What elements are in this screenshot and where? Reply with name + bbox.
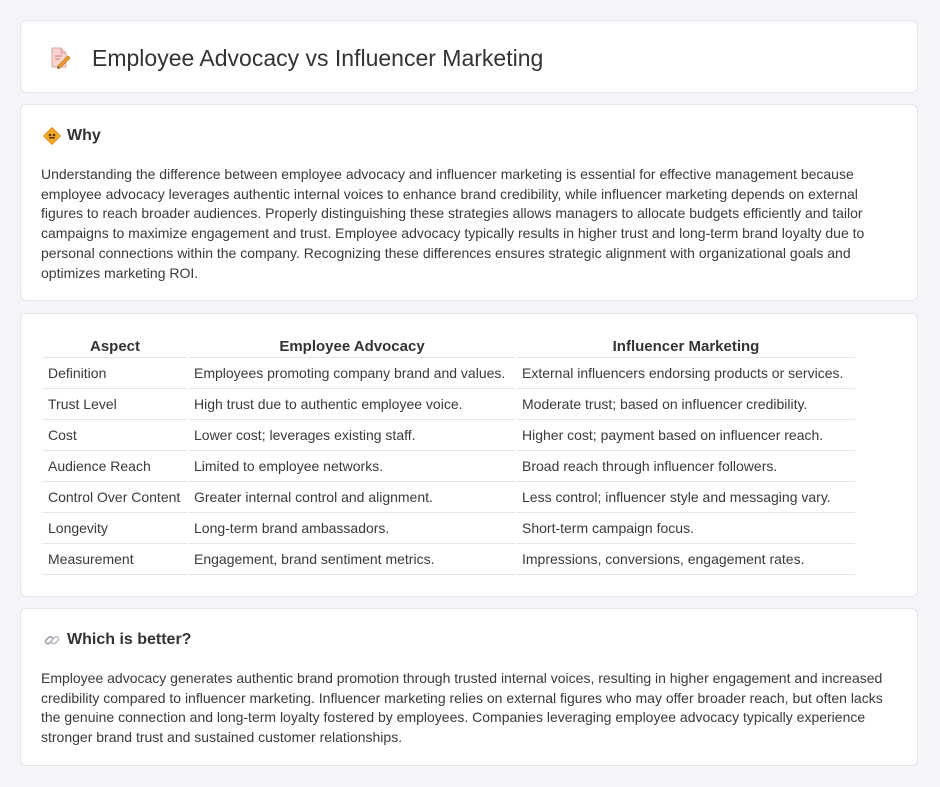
why-text: Understanding the difference between emp… [41, 166, 865, 281]
table-row: Measurement Engagement, brand sentiment … [43, 544, 855, 575]
column-header-influencer-marketing: Influencer Marketing [517, 335, 855, 358]
cell-employee-advocacy: Greater internal control and alignment. [189, 482, 515, 513]
table-row: Cost Lower cost; leverages existing staf… [43, 420, 855, 451]
cell-influencer-marketing: External influencers endorsing products … [517, 358, 855, 389]
cell-aspect: Measurement [43, 544, 187, 575]
diamond-sign-icon [42, 126, 62, 146]
cell-employee-advocacy: Long-term brand ambassadors. [189, 513, 515, 544]
cell-aspect: Cost [43, 420, 187, 451]
cell-influencer-marketing: Short-term campaign focus. [517, 513, 855, 544]
page-title: Employee Advocacy vs Influencer Marketin… [92, 45, 544, 71]
document-pencil-icon [47, 46, 71, 70]
cell-employee-advocacy: High trust due to authentic employee voi… [189, 389, 515, 420]
cell-aspect: Audience Reach [43, 451, 187, 482]
table-row: Control Over Content Greater internal co… [43, 482, 855, 513]
table-header-row: Aspect Employee Advocacy Influencer Mark… [43, 335, 855, 358]
which-is-better-section: Which is better? Employee advocacy gener… [20, 608, 918, 766]
cell-influencer-marketing: Less control; influencer style and messa… [517, 482, 855, 513]
cell-influencer-marketing: Impressions, conversions, engagement rat… [517, 544, 855, 575]
cell-employee-advocacy: Limited to employee networks. [189, 451, 515, 482]
column-header-employee-advocacy: Employee Advocacy [189, 335, 515, 358]
cell-influencer-marketing: Broad reach through influencer followers… [517, 451, 855, 482]
cell-aspect: Trust Level [43, 389, 187, 420]
link-icon [43, 631, 61, 649]
cell-employee-advocacy: Lower cost; leverages existing staff. [189, 420, 515, 451]
comparison-table: Aspect Employee Advocacy Influencer Mark… [41, 335, 857, 575]
which-is-better-title: Which is better? [67, 631, 192, 648]
comparison-section: Aspect Employee Advocacy Influencer Mark… [20, 313, 918, 597]
cell-aspect: Longevity [43, 513, 187, 544]
cell-influencer-marketing: Moderate trust; based on influencer cred… [517, 389, 855, 420]
why-section: Why Understanding the difference between… [20, 104, 918, 301]
cell-aspect: Definition [43, 358, 187, 389]
cell-employee-advocacy: Employees promoting company brand and va… [189, 358, 515, 389]
table-row: Trust Level High trust due to authentic … [43, 389, 855, 420]
cell-employee-advocacy: Engagement, brand sentiment metrics. [189, 544, 515, 575]
table-row: Definition Employees promoting company b… [43, 358, 855, 389]
table-row: Audience Reach Limited to employee netwo… [43, 451, 855, 482]
header-card: Employee Advocacy vs Influencer Marketin… [20, 20, 918, 93]
column-header-aspect: Aspect [43, 335, 187, 358]
table-row: Longevity Long-term brand ambassadors. S… [43, 513, 855, 544]
why-title: Why [67, 127, 101, 144]
which-is-better-text: Employee advocacy generates authentic br… [41, 670, 883, 746]
cell-aspect: Control Over Content [43, 482, 187, 513]
cell-influencer-marketing: Higher cost; payment based on influencer… [517, 420, 855, 451]
